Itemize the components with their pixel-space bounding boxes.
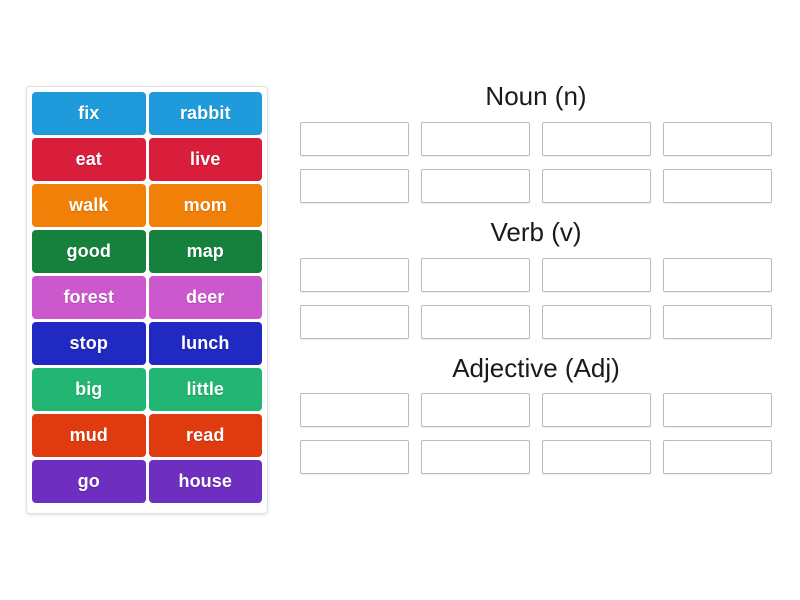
category-section: Noun (n)	[300, 78, 772, 203]
category-section: Adjective (Adj)	[300, 350, 772, 475]
word-bank-panel: fix rabbit eat live walk mom good map forest deer…	[26, 86, 268, 514]
drop-slot[interactable]	[542, 121, 651, 156]
drop-slot[interactable]	[663, 121, 772, 156]
word-tile-forest[interactable]: forest	[32, 276, 146, 319]
word-tile-little[interactable]: little	[148, 368, 262, 411]
drop-slot[interactable]	[663, 257, 772, 292]
word-tile-live[interactable]: live	[148, 138, 262, 181]
tile-row: eat live	[32, 138, 262, 181]
slot-row	[300, 440, 772, 475]
tile-row: big little	[32, 368, 262, 411]
tile-row: fix rabbit	[32, 92, 262, 135]
drop-slot[interactable]	[300, 257, 409, 292]
slot-row	[300, 257, 772, 292]
drop-slot[interactable]	[421, 257, 530, 292]
tile-row: mud read	[32, 414, 262, 457]
activity-canvas: fix rabbit eat live walk mom good map forest deer…	[0, 0, 800, 600]
drop-slot[interactable]	[421, 304, 530, 339]
drop-slot[interactable]	[542, 168, 651, 203]
drop-slot[interactable]	[300, 440, 409, 475]
slot-row	[300, 304, 772, 339]
word-tile-read[interactable]: read	[148, 414, 262, 457]
category-title: Adjective (Adj)	[452, 352, 620, 383]
tile-row: go house	[32, 460, 262, 503]
word-tile-mom[interactable]: mom	[148, 184, 262, 227]
drop-slot[interactable]	[421, 393, 530, 428]
word-tile-map[interactable]: map	[148, 230, 262, 273]
word-tile-fix[interactable]: fix	[32, 92, 146, 135]
slot-row	[300, 121, 772, 156]
drop-slot[interactable]	[542, 257, 651, 292]
drop-slot[interactable]	[663, 168, 772, 203]
drop-slot[interactable]	[300, 393, 409, 428]
category-section: Verb (v)	[300, 214, 772, 339]
drop-slot[interactable]	[300, 168, 409, 203]
word-tile-go[interactable]: go	[32, 460, 146, 503]
category-title: Noun (n)	[485, 81, 587, 111]
tile-row: forest deer	[32, 276, 262, 319]
tile-row: stop lunch	[32, 322, 262, 365]
word-tile-walk[interactable]: walk	[32, 184, 146, 227]
word-tile-deer[interactable]: deer	[148, 276, 262, 319]
tile-row: walk mom	[32, 184, 262, 227]
word-tile-rabbit[interactable]: rabbit	[148, 92, 262, 135]
drop-slot[interactable]	[663, 304, 772, 339]
drop-slot[interactable]	[663, 393, 772, 428]
drop-slot[interactable]	[421, 440, 530, 475]
drop-slot[interactable]	[542, 304, 651, 339]
word-tile-good[interactable]: good	[32, 230, 146, 273]
word-tile-mud[interactable]: mud	[32, 414, 146, 457]
word-tile-stop[interactable]: stop	[32, 322, 146, 365]
drop-slot[interactable]	[663, 440, 772, 475]
word-tile-house[interactable]: house	[148, 460, 262, 503]
drop-slot[interactable]	[542, 440, 651, 475]
tile-row: good map	[32, 230, 262, 273]
drop-slot[interactable]	[542, 393, 651, 428]
word-tile-big[interactable]: big	[32, 368, 146, 411]
drop-slot[interactable]	[421, 168, 530, 203]
categories-area: Noun (n) Verb (v) Adjective (Adj)	[300, 78, 772, 485]
drop-slot[interactable]	[300, 121, 409, 156]
drop-slot[interactable]	[300, 304, 409, 339]
word-tile-eat[interactable]: eat	[32, 138, 146, 181]
category-title: Verb (v)	[490, 216, 582, 247]
word-tile-lunch[interactable]: lunch	[148, 322, 262, 365]
slot-row	[300, 393, 772, 428]
drop-slot[interactable]	[421, 121, 530, 156]
slot-row	[300, 168, 772, 203]
